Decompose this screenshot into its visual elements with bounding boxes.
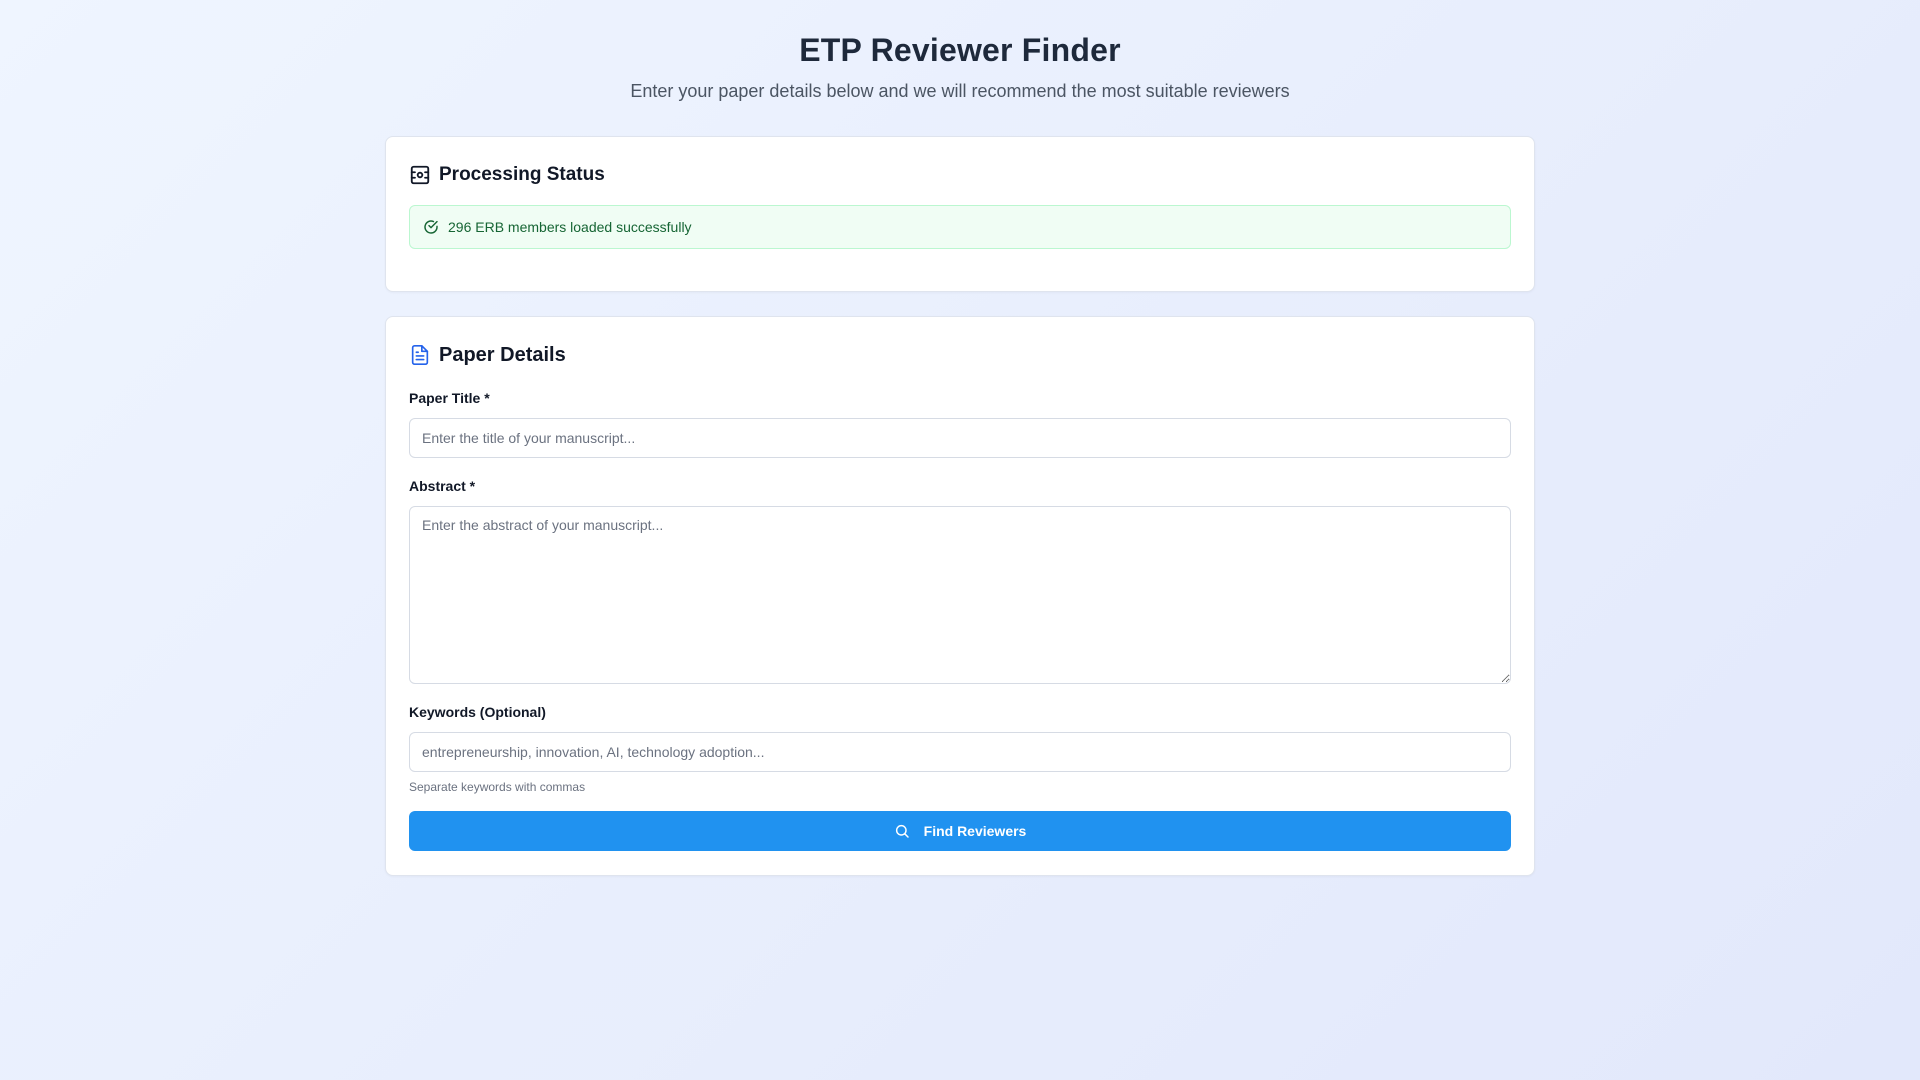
- keywords-helper-text: Separate keywords with commas: [409, 780, 586, 794]
- success-alert: 296 ERB members loaded successfully: [409, 205, 1511, 249]
- paper-title-label: Paper Title *: [409, 390, 490, 406]
- status-card-title: Processing Status: [439, 164, 605, 185]
- paper-details-card: Paper Details Paper Title * Abstract * K…: [385, 316, 1535, 876]
- status-card-header: Processing Status: [409, 163, 605, 187]
- page-subtitle: Enter your paper details below and we wi…: [630, 81, 1290, 101]
- keywords-input[interactable]: [409, 732, 1511, 772]
- paper-title-input[interactable]: [409, 418, 1511, 458]
- details-card-header: Paper Details: [409, 343, 566, 367]
- page-title: ETP Reviewer Finder: [799, 32, 1121, 68]
- processing-status-card: Processing Status 296 ERB members loaded…: [385, 136, 1535, 292]
- keywords-label: Keywords (Optional): [409, 704, 546, 720]
- check-circle-icon: [423, 219, 439, 235]
- details-card-title: Paper Details: [439, 344, 566, 366]
- find-reviewers-label: Find Reviewers: [923, 823, 1027, 839]
- document-icon: [409, 344, 431, 366]
- success-message: 296 ERB members loaded successfully: [448, 219, 692, 235]
- page-header: ETP Reviewer Finder Enter your paper det…: [0, 0, 1920, 104]
- find-reviewers-button[interactable]: Find Reviewers: [409, 811, 1511, 851]
- scanner-icon: [409, 164, 431, 186]
- search-icon: [894, 823, 910, 839]
- abstract-label: Abstract *: [409, 478, 476, 494]
- abstract-textarea[interactable]: [409, 506, 1511, 684]
- page: ETP Reviewer Finder Enter your paper det…: [0, 0, 1920, 1080]
